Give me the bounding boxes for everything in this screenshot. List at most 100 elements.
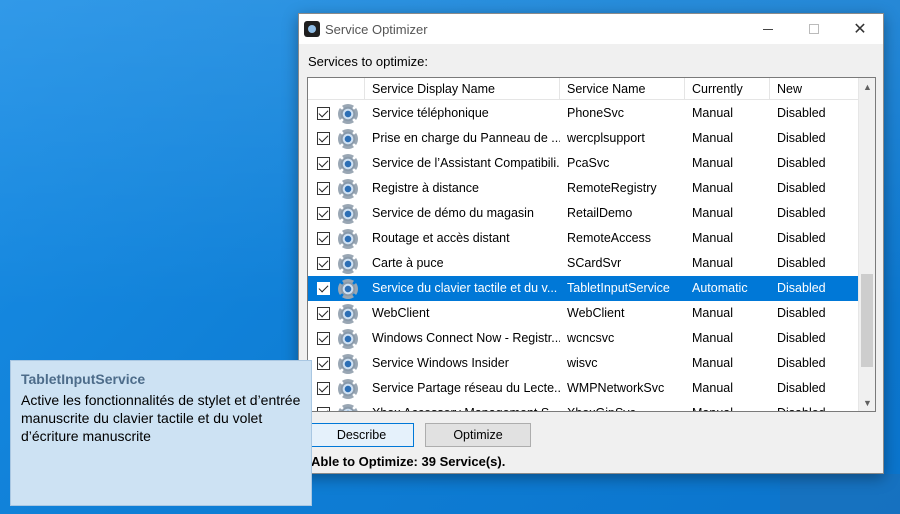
cell-service-name: WebClient [567,306,625,320]
column-header-currently[interactable]: Currently [685,78,770,100]
row-checkbox[interactable] [317,132,330,145]
cell-service-name: wisvc [567,356,598,370]
title-bar[interactable]: Service Optimizer ✕ [299,14,883,44]
row-checkbox[interactable] [317,407,330,411]
services-label: Services to optimize: [308,54,428,69]
cell-new: Disabled [777,306,826,320]
list-header: Service Display Name Service Name Curren… [308,78,860,100]
table-row[interactable]: Service téléphonique PhoneSvc Manual Disabl… [308,101,860,126]
close-button[interactable]: ✕ [837,14,883,44]
cell-currently: Manual [692,356,733,370]
row-check-cell [308,351,365,376]
row-checkbox[interactable] [317,157,330,170]
services-list[interactable]: Service Display Name Service Name Curren… [307,77,876,412]
cell-display-name: Prise en charge du Panneau de ... [372,131,560,145]
cell-currently: Manual [692,181,733,195]
window-title: Service Optimizer [325,21,428,37]
tooltip-title: TabletInputService [21,371,146,387]
cell-display-name: Service Partage réseau du Lecte... [372,381,560,395]
row-checkbox[interactable] [317,357,330,370]
row-checkbox[interactable] [317,107,330,120]
cell-service-name: PcaSvc [567,156,610,170]
cell-new: Disabled [777,131,826,145]
column-header-new[interactable]: New [770,78,860,100]
service-gear-icon [338,278,358,299]
list-rows: Service téléphonique PhoneSvc Manual Disabl… [308,101,860,411]
cell-service-name: wercplsupport [567,131,645,145]
cell-service-name: PhoneSvc [567,106,624,120]
row-checkbox[interactable] [317,307,330,320]
row-check-cell [308,101,365,126]
service-gear-icon [338,103,358,124]
cell-service-name: XboxGipSvc [560,401,685,411]
column-header-service-name[interactable]: Service Name [560,78,685,100]
cell-display-name: Routage et accès distant [372,231,510,245]
row-check-cell [308,251,365,276]
cell-display-name: Service téléphonique [372,106,489,120]
scroll-thumb[interactable] [861,274,873,367]
table-row[interactable]: Routage et accès distant RemoteAccess Manu… [308,226,860,251]
describe-button[interactable]: Describe [309,423,414,447]
table-row[interactable]: Windows Connect Now - Registr... wcncsvc M… [308,326,860,351]
table-row[interactable]: Prise en charge du Panneau de ... wercpls… [308,126,860,151]
minimize-button[interactable] [745,14,791,44]
row-checkbox[interactable] [317,182,330,195]
table-row[interactable]: Service Partage réseau du Lecte... WMPNet… [308,376,860,401]
app-icon [304,21,320,37]
table-row[interactable]: Service de démo du magasin RetailDemo Manu… [308,201,860,226]
cell-new: Disabled [777,106,826,120]
cell-new: Disabled [777,381,826,395]
row-checkbox[interactable] [317,382,330,395]
table-row[interactable]: Registre à distance RemoteRegistry Manual D… [308,176,860,201]
table-row[interactable]: Service Windows Insider wisvc Manual Disabl… [308,351,860,376]
cell-display-name: Service Windows Insider [372,356,509,370]
cell-new: Disabled [777,256,826,270]
row-check-cell [308,151,365,176]
table-row[interactable]: Carte à puce SCardSvr Manual Disabled [308,251,860,276]
row-checkbox[interactable] [317,332,330,345]
cell-service-name: TabletInputService [567,281,670,295]
row-check-cell [308,201,365,226]
cell-currently: Manual [692,256,733,270]
cell-display-name: Registre à distance [372,181,480,195]
cell-new: Disabled [777,331,826,345]
cell-display-name: Service de démo du magasin [372,206,534,220]
column-header-check[interactable] [308,78,365,100]
cell-display-name: WebClient [372,306,430,320]
scroll-down-icon[interactable]: ▼ [859,394,875,411]
scroll-up-icon[interactable]: ▲ [859,78,875,95]
row-checkbox[interactable] [317,257,330,270]
close-icon: ✕ [853,21,867,38]
row-check-cell [308,401,365,411]
cell-new: Disabled [777,231,826,245]
maximize-button[interactable] [791,14,837,44]
maximize-icon [809,24,819,34]
optimize-button[interactable]: Optimize [425,423,531,447]
cell-display-name: Carte à puce [372,256,444,270]
row-checkbox[interactable] [317,232,330,245]
cell-service-name: SCardSvr [567,256,622,270]
service-gear-icon [338,153,358,174]
table-row[interactable]: Service du clavier tactile et du v... Tab… [308,276,860,301]
row-checkbox[interactable] [317,282,330,295]
cell-currently: Manual [692,306,733,320]
service-gear-icon [338,128,358,149]
table-row[interactable]: WebClient WebClient Manual Disabled [308,301,860,326]
tooltip-body: Active les fonctionnalités de stylet et … [21,392,301,444]
cell-currently: Manual [692,206,733,220]
service-gear-icon [338,178,358,199]
table-row[interactable]: Xbox Accessory Management S...XboxGipSvc… [308,401,860,411]
service-gear-icon [338,203,358,224]
column-header-display-name[interactable]: Service Display Name [365,78,560,100]
cell-service-name: RemoteRegistry [567,181,657,195]
cell-currently: Manual [692,106,733,120]
table-row[interactable]: Service de l’Assistant Compatibili... Pca… [308,151,860,176]
service-gear-icon [338,228,358,249]
cell-currently: Manual [692,331,733,345]
cell-service-name: RetailDemo [567,206,633,220]
row-checkbox[interactable] [317,207,330,220]
cell-new: Disabled [777,356,826,370]
row-check-cell [308,126,365,151]
service-gear-icon [338,353,358,374]
vertical-scrollbar[interactable]: ▲ ▼ [858,78,875,411]
